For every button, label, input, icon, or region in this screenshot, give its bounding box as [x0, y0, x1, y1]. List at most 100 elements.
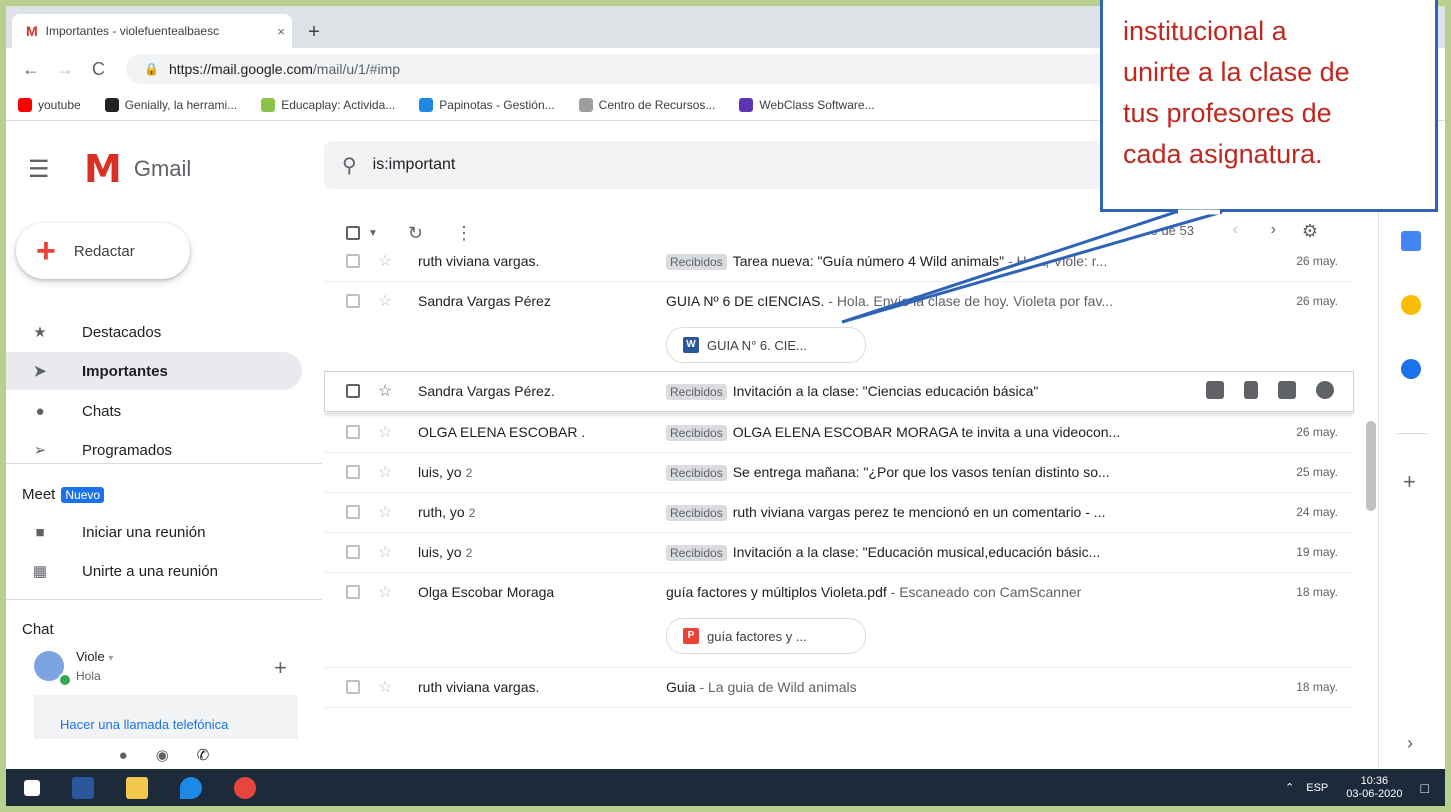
email-row[interactable]: ☆ luis, yo 2 Recibidos Se entrega mañana: "¿…: [324, 452, 1354, 493]
row-checkbox[interactable]: [346, 294, 360, 308]
inbox-label[interactable]: Recibidos: [666, 425, 727, 441]
url-field[interactable]: 🔒 https://mail.google.com/mail/u/1/#imp: [126, 54, 1126, 84]
new-tab-button[interactable]: +: [302, 20, 326, 44]
scrollbar[interactable]: [1366, 421, 1376, 511]
bookmark-item[interactable]: youtube: [18, 98, 81, 112]
more-options-icon[interactable]: ⋮: [455, 223, 473, 244]
gmail-logo[interactable]: M Gmail: [84, 147, 191, 191]
star-icon[interactable]: ☆: [378, 582, 392, 602]
email-row[interactable]: ☆ ruth viviana vargas. Recibidos Tarea nuev…: [324, 253, 1354, 282]
email-row[interactable]: ☆ ruth, yo 2 Recibidos ruth viviana vargas p…: [324, 492, 1354, 533]
bookmark-item[interactable]: Centro de Recursos...: [578, 98, 715, 112]
keep-icon[interactable]: [1401, 295, 1421, 315]
star-icon[interactable]: ☆: [378, 381, 392, 401]
star-icon[interactable]: ☆: [378, 253, 392, 271]
windows-start-icon[interactable]: [24, 779, 40, 796]
browser-tab[interactable]: M Importantes - violefuentealbaesc ×: [12, 14, 292, 48]
star-icon[interactable]: ☆: [378, 502, 392, 522]
attachment-chip[interactable]: Pguía factores y ...: [666, 618, 866, 654]
expand-panel-icon[interactable]: ›: [1407, 733, 1413, 754]
row-checkbox[interactable]: [346, 505, 360, 519]
row-checkbox[interactable]: [346, 425, 360, 439]
paint-icon[interactable]: [180, 776, 202, 799]
attachment-chip[interactable]: W GUIA N° 6. CIE...: [666, 327, 866, 363]
phone-call-link[interactable]: Hacer una llamada telefónica: [60, 717, 228, 732]
clock[interactable]: 10:36 03-06-2020: [1346, 775, 1402, 801]
bookmark-item[interactable]: WebClass Software...: [739, 98, 875, 112]
email-row[interactable]: ☆ Sandra Vargas Pérez. Recibidos Invitación…: [324, 371, 1354, 413]
meet-title: Meet: [22, 486, 56, 503]
chat-icon: ●: [35, 402, 45, 420]
chrome-icon[interactable]: [234, 776, 256, 799]
star-icon[interactable]: ☆: [378, 462, 392, 482]
bookmark-item[interactable]: Papinotas - Gestión...: [419, 98, 555, 112]
add-addon-icon[interactable]: +: [1403, 469, 1416, 495]
star-icon[interactable]: ☆: [378, 422, 392, 442]
calendar-icon[interactable]: [1401, 231, 1421, 251]
star-icon[interactable]: ☆: [378, 677, 392, 697]
next-page-icon[interactable]: ›: [1271, 221, 1276, 239]
meet-item[interactable]: ▦ Unirte a una reunión: [6, 552, 302, 590]
chevron-down-icon[interactable]: ▾: [108, 653, 113, 664]
inbox-label[interactable]: Recibidos: [666, 465, 727, 481]
bookmark-item[interactable]: Educaplay: Activida...: [261, 98, 395, 112]
notifications-icon[interactable]: □: [1421, 780, 1429, 796]
delete-icon[interactable]: [1244, 381, 1258, 399]
chevron-up-icon[interactable]: ⌃: [1285, 781, 1294, 794]
new-chat-icon[interactable]: +: [274, 655, 287, 681]
prev-page-icon[interactable]: ‹: [1233, 221, 1238, 239]
inbox-label[interactable]: Recibidos: [666, 384, 727, 400]
row-checkbox[interactable]: [346, 254, 360, 268]
tasks-icon[interactable]: [1401, 359, 1421, 379]
clock-date: 03-06-2020: [1346, 787, 1403, 800]
row-checkbox[interactable]: [346, 384, 360, 398]
search-input[interactable]: is:important: [373, 156, 456, 174]
email-sender: Sandra Vargas Pérez: [418, 293, 648, 309]
refresh-icon[interactable]: ↻: [408, 223, 423, 244]
meet-item[interactable]: ■ Iniciar una reunión: [6, 513, 302, 551]
chat-user-name[interactable]: Viole ▾: [76, 649, 113, 664]
person-icon[interactable]: ●: [119, 747, 128, 764]
inbox-label[interactable]: Recibidos: [666, 545, 727, 561]
forward-icon[interactable]: →: [56, 59, 74, 80]
star-icon[interactable]: ☆: [378, 542, 392, 562]
email-row[interactable]: ☆ Sandra Vargas Pérez GUIA Nº 6 DE cIENCIA…: [324, 281, 1354, 372]
email-row[interactable]: ☆ ruth viviana vargas. Guia - La guia de W…: [324, 667, 1354, 708]
hangouts-icon[interactable]: ◉: [156, 746, 169, 764]
phone-icon[interactable]: ✆: [197, 746, 210, 764]
main-menu-icon[interactable]: ☰: [28, 155, 50, 184]
chevron-down-icon[interactable]: ▼: [368, 228, 378, 239]
reload-icon[interactable]: C: [92, 59, 105, 80]
star-icon[interactable]: ☆: [378, 291, 392, 311]
settings-gear-icon[interactable]: ⚙: [1302, 221, 1318, 242]
inbox-label[interactable]: Recibidos: [666, 505, 727, 521]
sidebar-item-destacados[interactable]: ★ Destacados: [6, 313, 302, 351]
row-checkbox[interactable]: [346, 465, 360, 479]
subject-text: Tarea nueva: "Guía número 4 Wild animals…: [732, 253, 1005, 269]
sidebar-item-importantes[interactable]: ➤ Importantes: [6, 352, 302, 390]
callout-text-line: cada asignatura.: [1123, 139, 1323, 169]
archive-icon[interactable]: [1206, 381, 1224, 399]
email-subject: Recibidos OLGA ELENA ESCOBAR MORAGA te in…: [666, 424, 1226, 441]
email-row[interactable]: ☆ Olga Escobar Moraga guía factores y múlt…: [324, 572, 1354, 668]
row-checkbox[interactable]: [346, 545, 360, 559]
mark-read-icon[interactable]: [1278, 381, 1296, 399]
back-icon[interactable]: ←: [22, 59, 40, 80]
email-row[interactable]: ☆ OLGA ELENA ESCOBAR . Recibidos OLGA ELENA…: [324, 412, 1354, 453]
compose-label: Redactar: [73, 242, 135, 260]
language-indicator[interactable]: ESP: [1306, 782, 1328, 794]
select-all-checkbox[interactable]: [346, 226, 360, 240]
sidebar-item-chats[interactable]: ● Chats: [6, 392, 302, 430]
file-explorer-icon[interactable]: [126, 776, 148, 799]
inbox-label[interactable]: Recibidos: [666, 254, 727, 270]
row-checkbox[interactable]: [346, 680, 360, 694]
word-icon[interactable]: [72, 776, 94, 799]
search-icon[interactable]: ⚲: [342, 153, 357, 178]
sidebar-item-programados[interactable]: ➢ Programados: [6, 431, 302, 469]
row-checkbox[interactable]: [346, 585, 360, 599]
tab-close-icon[interactable]: ×: [270, 24, 292, 39]
snooze-icon[interactable]: [1316, 381, 1334, 399]
compose-button[interactable]: + Redactar: [16, 223, 190, 279]
email-row[interactable]: ☆ luis, yo 2 Recibidos Invitación a la clase…: [324, 532, 1354, 573]
bookmark-item[interactable]: Genially, la herrami...: [104, 98, 237, 112]
